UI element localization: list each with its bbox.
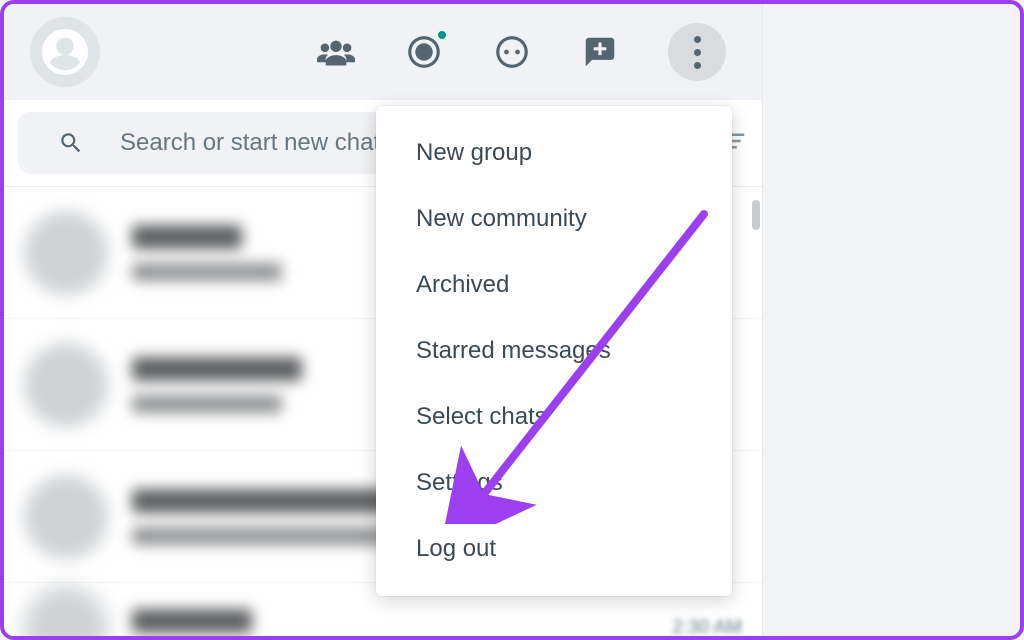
scrollbar[interactable] — [752, 200, 760, 230]
search-icon — [58, 130, 84, 156]
menu-button[interactable] — [668, 23, 726, 81]
header-icon-row — [316, 23, 736, 81]
more-vertical-icon — [694, 36, 701, 69]
dropdown-menu: New group New community Archived Starred… — [376, 106, 732, 596]
channels-icon[interactable] — [492, 32, 532, 72]
menu-item-new-group[interactable]: New group — [376, 120, 732, 186]
chat-name-blurred — [132, 225, 242, 249]
avatar-placeholder-icon — [42, 29, 88, 75]
profile-avatar[interactable] — [30, 17, 100, 87]
status-new-dot — [436, 29, 448, 41]
menu-item-starred[interactable]: Starred messages — [376, 318, 732, 384]
menu-item-select-chats[interactable]: Select chats — [376, 384, 732, 450]
status-icon[interactable] — [404, 32, 444, 72]
chat-name-blurred — [132, 489, 392, 513]
chat-preview-blurred — [132, 263, 282, 281]
new-chat-icon[interactable] — [580, 32, 620, 72]
menu-item-settings[interactable]: Settings — [376, 450, 732, 516]
chat-avatar — [24, 586, 108, 640]
chat-name-blurred — [132, 357, 302, 381]
menu-item-log-out[interactable]: Log out — [376, 516, 732, 582]
chat-time: 2:30 AM — [672, 617, 742, 639]
menu-item-archived[interactable]: Archived — [376, 252, 732, 318]
chat-avatar — [24, 211, 108, 295]
chat-name-blurred — [132, 609, 252, 633]
chat-avatar — [24, 475, 108, 559]
search-placeholder: Search or start new chat — [66, 129, 380, 157]
annotated-frame: Search or start new chat — [0, 0, 1024, 640]
sidebar-header — [4, 4, 762, 100]
chat-text-group — [132, 609, 648, 640]
sidebar-panel: Search or start new chat — [4, 4, 762, 636]
chat-avatar — [24, 343, 108, 427]
communities-icon[interactable] — [316, 32, 356, 72]
menu-item-new-community[interactable]: New community — [376, 186, 732, 252]
chat-preview-blurred — [132, 395, 282, 413]
